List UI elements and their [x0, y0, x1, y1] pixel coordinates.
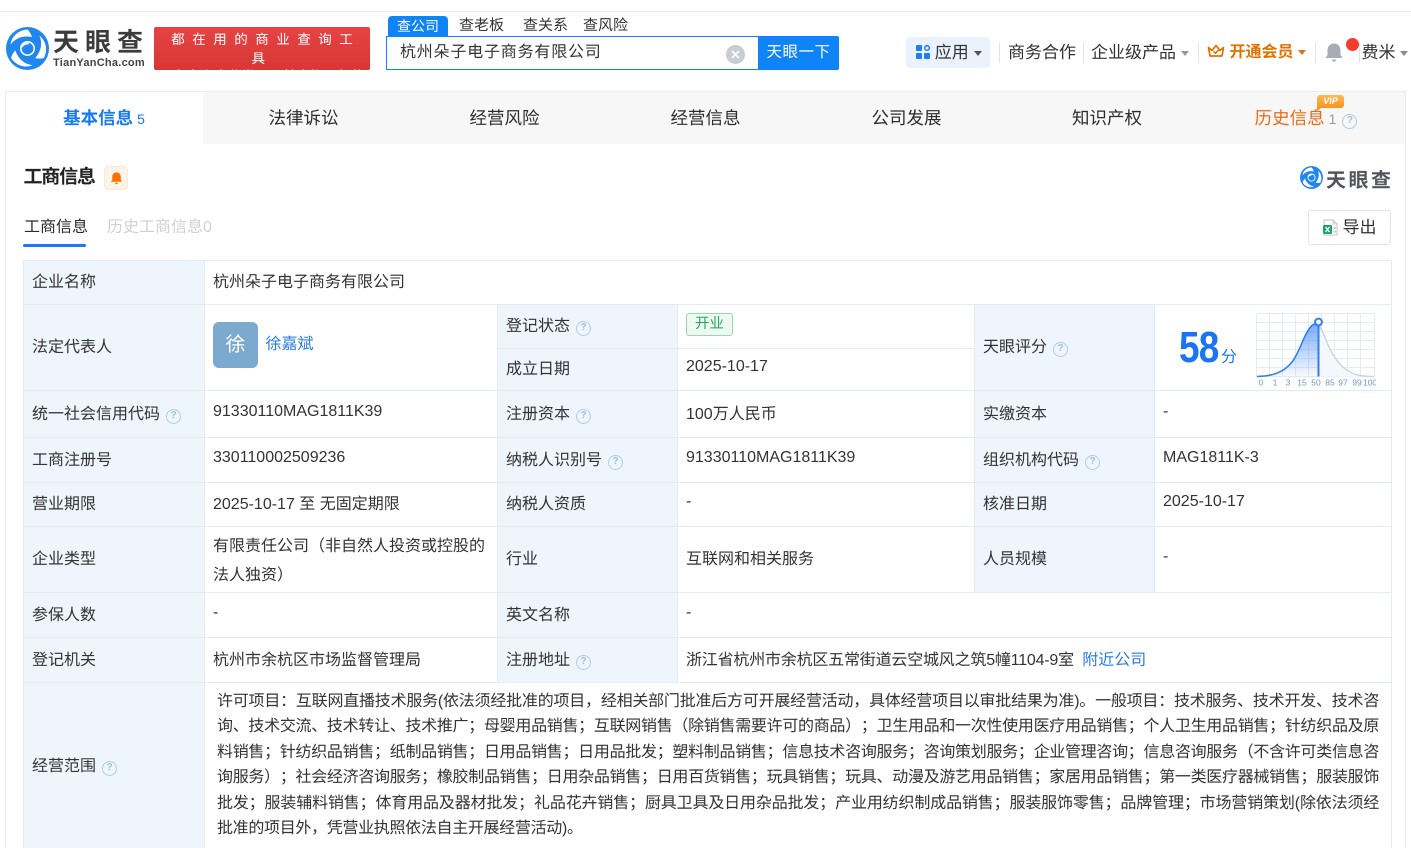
svg-text:99: 99 — [1352, 377, 1362, 387]
svg-text:50: 50 — [1311, 377, 1321, 387]
svg-text:1: 1 — [1273, 377, 1278, 387]
svg-text:97: 97 — [1338, 377, 1348, 387]
svg-text:100: 100 — [1363, 377, 1376, 387]
svg-text:15: 15 — [1297, 377, 1307, 387]
svg-text:85: 85 — [1325, 377, 1335, 387]
svg-text:0: 0 — [1259, 377, 1264, 387]
svg-text:3: 3 — [1286, 377, 1291, 387]
